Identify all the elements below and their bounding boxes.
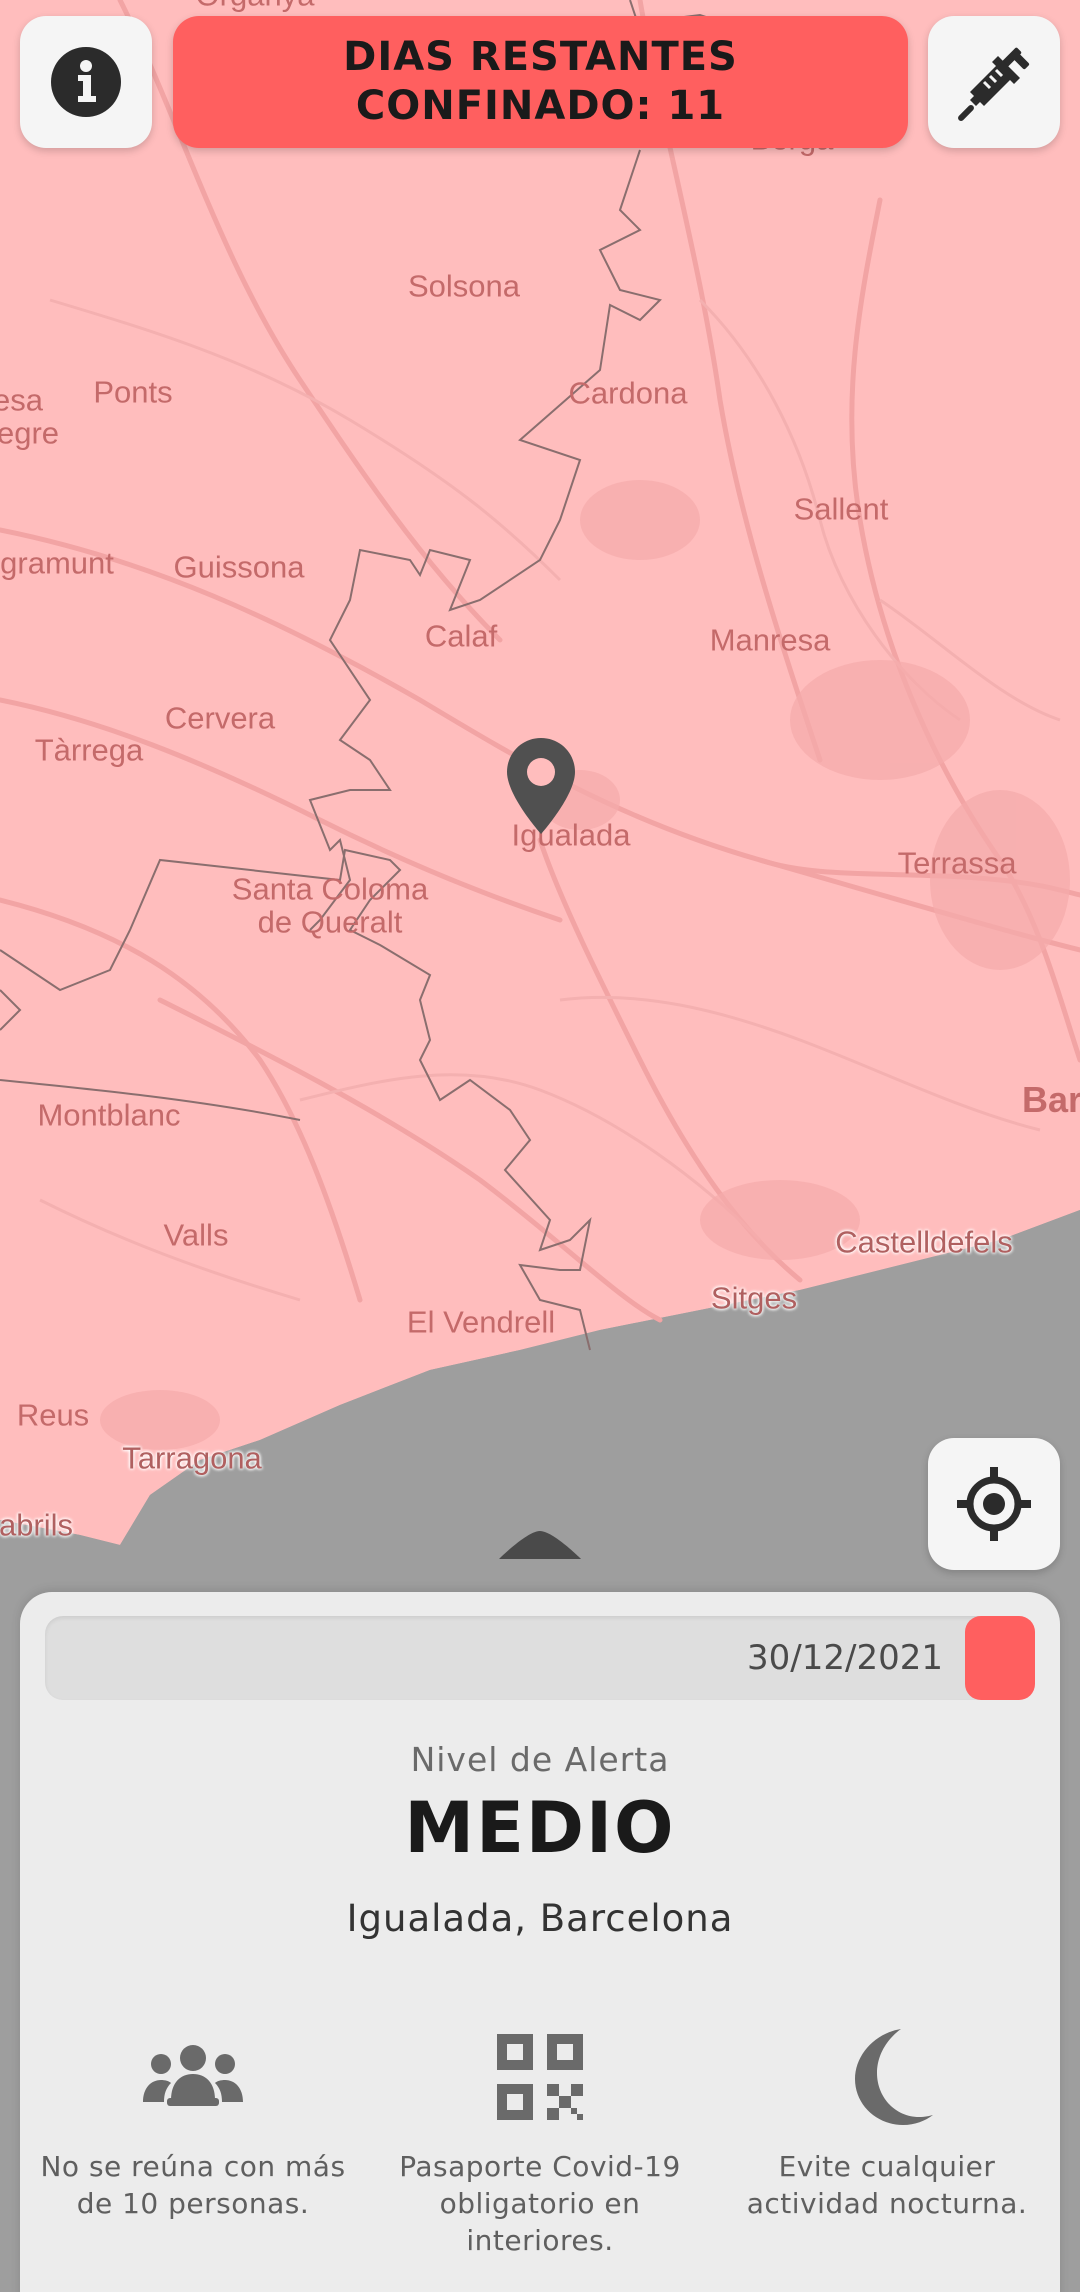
- map-label-el-vendrell: El Vendrell: [406, 1304, 556, 1340]
- info-button[interactable]: [20, 16, 152, 148]
- map-label-santa-coloma: Santa Coloma: [231, 871, 429, 907]
- rule-night-activity-text: Evite cualquier actividad nocturna.: [746, 2150, 1028, 2220]
- alert-level-label: Nivel de Alerta: [410, 1740, 670, 1779]
- map-label-abrils: abrils: [0, 1507, 74, 1543]
- crosshair-icon: [957, 1467, 1031, 1541]
- map-label-ponts: Ponts: [93, 374, 173, 410]
- map-label-terrassa: Terrassa: [897, 845, 1017, 881]
- qr-code-icon: [497, 2034, 583, 2120]
- map-label-castelldefels: Castelldefels: [835, 1224, 1013, 1260]
- group-icon: [143, 2045, 243, 2106]
- map-label-calaf: Calaf: [424, 618, 498, 654]
- map-label-de-queralt: de Queralt: [257, 904, 403, 940]
- timeline-handle[interactable]: [965, 1616, 1035, 1700]
- map-label-valls: Valls: [163, 1217, 229, 1253]
- banner-line-1: DIAS RESTANTES: [343, 34, 738, 81]
- map-label-manresa: Manresa: [709, 622, 831, 658]
- banner-line-2: CONFINADO: 11: [355, 83, 726, 129]
- confinement-banner: DIAS RESTANTES CONFINADO: 11: [173, 16, 908, 148]
- locate-me-button[interactable]: [928, 1438, 1060, 1570]
- map-label-esa: esa: [0, 382, 43, 418]
- location-name: Igualada, Barcelona: [346, 1897, 734, 1940]
- alert-panel: 30/12/2021 Nivel de Alerta MEDIO Igualad…: [20, 1592, 1060, 2292]
- rule-covid-passport: Pasaporte Covid-19 obligatorio en interi…: [380, 2022, 700, 2259]
- syringe-icon: [958, 47, 1030, 121]
- map-label-egre: egre: [0, 415, 60, 451]
- info-icon: [51, 47, 121, 117]
- date-timeline-slider[interactable]: 30/12/2021: [45, 1616, 1035, 1700]
- map-label-gramunt: gramunt: [0, 545, 114, 581]
- rule-covid-passport-text: Pasaporte Covid-19 obligatorio en interi…: [399, 2150, 681, 2257]
- vaccine-button[interactable]: [928, 16, 1060, 148]
- moon-icon: [855, 2029, 933, 2125]
- map-label-sitges: Sitges: [710, 1280, 798, 1316]
- rule-gatherings-text: No se reúna con más de 10 personas.: [40, 2150, 346, 2220]
- map-label-solsona: Solsona: [407, 268, 521, 304]
- timeline-date: 30/12/2021: [747, 1638, 943, 1678]
- map-pin-icon[interactable]: [505, 736, 577, 836]
- chevron-up-icon[interactable]: [497, 1525, 583, 1561]
- map-label-reus: Reus: [16, 1397, 90, 1433]
- map-label-guissona: Guissona: [173, 549, 305, 585]
- alert-level-value: MEDIO: [404, 1787, 676, 1869]
- map-label-sallent: Sallent: [793, 491, 889, 527]
- map-view[interactable]: Organyà Berga Solsona Ponts esa egre Car…: [0, 0, 1080, 1600]
- map-label-montblanc: Montblanc: [37, 1097, 181, 1133]
- rule-night-activity: Evite cualquier actividad nocturna.: [727, 2022, 1047, 2222]
- map-label-organya: Organyà: [196, 0, 315, 12]
- map-label-cardona: Cardona: [568, 375, 688, 411]
- map-label-tarragona: Tarragona: [122, 1440, 262, 1476]
- map-label-tarrega: Tàrrega: [34, 732, 144, 768]
- map-label-cervera: Cervera: [164, 700, 276, 736]
- rule-gatherings: No se reúna con más de 10 personas.: [33, 2022, 353, 2222]
- app-screen: Organyà Berga Solsona Ponts esa egre Car…: [0, 0, 1080, 2292]
- map-label-barcelona: Bar: [1021, 1079, 1080, 1121]
